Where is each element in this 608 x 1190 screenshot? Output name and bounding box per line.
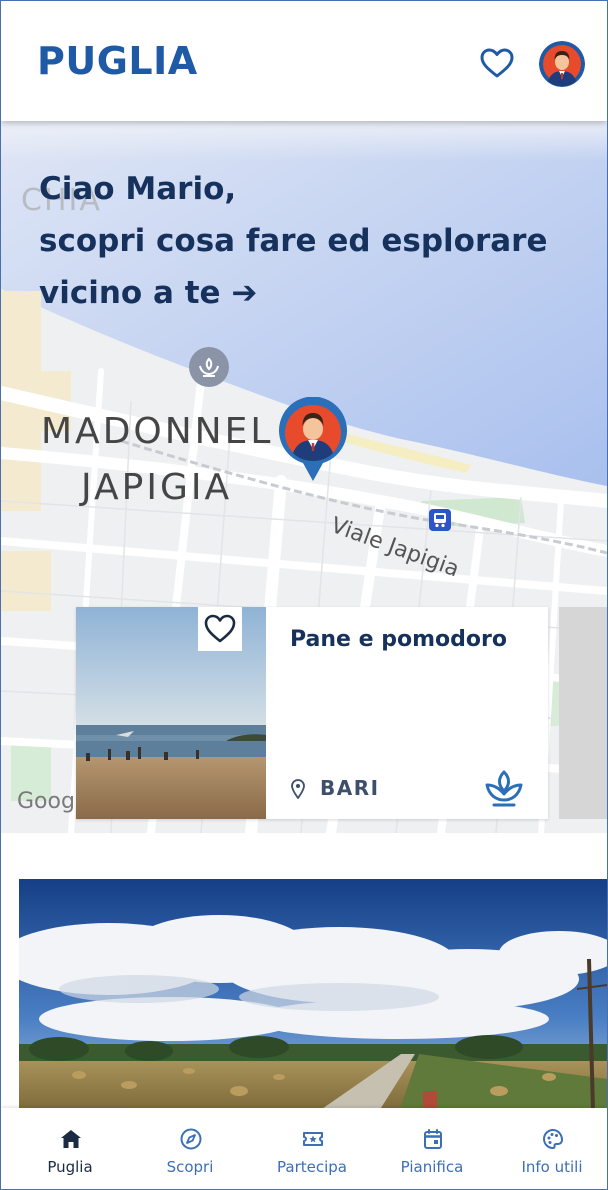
nav-label: Info utili — [521, 1158, 583, 1176]
nav-item-partecipa[interactable]: Partecipa — [257, 1108, 367, 1189]
map-label-madonnella: MADONNEL — [41, 411, 274, 452]
greeting-line-1: Ciao Mario, — [39, 171, 237, 207]
nav-label: Partecipa — [277, 1158, 347, 1176]
brand-logo[interactable]: PUGLIA — [37, 39, 198, 83]
user-avatar[interactable] — [539, 41, 585, 87]
greeting-heading[interactable]: Ciao Mario, scopri cosa fare ed esplorar… — [39, 163, 599, 319]
nav-item-info-utili[interactable]: Info utili — [497, 1108, 607, 1189]
card-title: Pane e pomodoro — [290, 627, 507, 652]
card-city: BARI — [320, 776, 380, 800]
sprout-icon — [485, 770, 523, 807]
nav-item-scopri[interactable]: Scopri — [135, 1108, 245, 1189]
google-attribution: Goog — [17, 789, 75, 814]
info-palette-icon — [543, 1128, 564, 1150]
calendar-icon — [424, 1129, 442, 1149]
top-app-bar: PUGLIA — [1, 1, 607, 121]
nav-item-puglia[interactable]: Puglia — [15, 1108, 125, 1189]
compass-icon — [180, 1128, 202, 1150]
next-card-peek[interactable] — [559, 607, 607, 819]
bus-stop-icon[interactable] — [429, 509, 451, 531]
greeting-line-3: vicino a te ➔ — [39, 275, 258, 311]
bottom-navigation: Puglia Scopri Partecipa Pianifica Info u… — [1, 1108, 607, 1189]
greeting-line-2: scopri cosa fare ed esplorare — [39, 223, 548, 259]
nav-item-pianifica[interactable]: Pianifica — [377, 1108, 487, 1189]
home-icon — [61, 1130, 81, 1148]
location-pin-icon — [291, 779, 305, 799]
nav-label: Puglia — [47, 1158, 93, 1176]
sprout-poi-pin[interactable] — [189, 347, 229, 387]
ticket-star-icon — [303, 1132, 323, 1146]
user-location-pin[interactable] — [277, 397, 349, 481]
heart-outline-icon — [204, 614, 236, 643]
countryside-banner-image[interactable] — [19, 879, 607, 1111]
card-favorite-button[interactable] — [198, 607, 242, 651]
heart-outline-icon[interactable] — [479, 47, 515, 79]
nav-label: Pianifica — [400, 1158, 464, 1176]
map-label-japigia: JAPIGIA — [81, 467, 233, 508]
nav-label: Scopri — [166, 1158, 214, 1176]
experience-card[interactable]: Pane e pomodoro BARI — [76, 607, 548, 819]
app-screen: PUGLIA CHIA Ciao Mario, scopri cosa fare… — [0, 0, 608, 1190]
